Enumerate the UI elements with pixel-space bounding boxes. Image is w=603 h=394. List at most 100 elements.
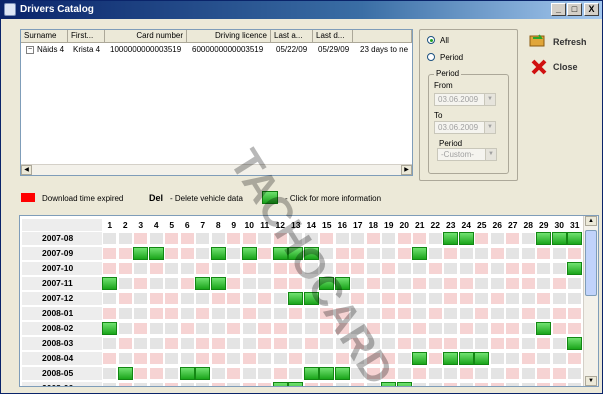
day-cell[interactable] [551, 247, 567, 260]
day-cell[interactable] [505, 322, 520, 335]
day-cell[interactable] [133, 262, 148, 275]
day-cell[interactable] [226, 232, 241, 245]
day-cell[interactable] [443, 262, 458, 275]
day-cell[interactable] [365, 262, 381, 275]
day-cell-data[interactable] [133, 247, 148, 260]
day-cell[interactable] [474, 337, 489, 350]
day-cell[interactable] [489, 232, 505, 245]
title-bar[interactable]: Drivers Catalog _ □ X [1, 1, 602, 19]
day-cell[interactable] [334, 292, 350, 305]
day-cell[interactable] [133, 337, 148, 350]
day-cell[interactable] [241, 292, 257, 305]
day-cell[interactable] [427, 322, 443, 335]
col-last-a[interactable]: Last a... [271, 30, 313, 43]
day-cell[interactable] [257, 322, 272, 335]
day-cell[interactable] [443, 367, 458, 380]
day-cell[interactable] [489, 307, 505, 320]
day-cell[interactable] [257, 337, 272, 350]
day-cell-data[interactable] [567, 232, 582, 245]
day-cell[interactable] [179, 307, 195, 320]
day-cell[interactable] [241, 322, 257, 335]
day-cell-data[interactable] [319, 367, 334, 380]
day-cell[interactable] [210, 322, 226, 335]
day-cell[interactable] [443, 307, 458, 320]
day-cell[interactable] [179, 322, 195, 335]
day-cell[interactable] [396, 232, 412, 245]
day-cell[interactable] [474, 292, 489, 305]
day-cell-data[interactable] [319, 277, 334, 290]
day-cell[interactable] [474, 262, 489, 275]
day-cell[interactable] [520, 307, 536, 320]
day-cell[interactable] [381, 292, 396, 305]
day-cell[interactable] [474, 247, 489, 260]
day-cell[interactable] [505, 262, 520, 275]
day-cell[interactable] [195, 292, 210, 305]
day-cell[interactable] [474, 382, 489, 386]
day-cell[interactable] [195, 337, 210, 350]
day-cell[interactable] [164, 292, 179, 305]
day-cell[interactable] [148, 382, 164, 386]
day-cell[interactable] [288, 367, 303, 380]
day-cell[interactable] [117, 247, 133, 260]
day-cell[interactable] [133, 367, 148, 380]
day-cell-data[interactable] [272, 247, 288, 260]
col-last-d[interactable]: Last d... [313, 30, 353, 43]
day-cell[interactable] [272, 277, 288, 290]
day-cell[interactable] [148, 232, 164, 245]
day-cell[interactable] [381, 277, 396, 290]
day-cell[interactable] [365, 277, 381, 290]
day-cell[interactable] [272, 307, 288, 320]
day-cell[interactable] [474, 232, 489, 245]
day-cell[interactable] [427, 277, 443, 290]
day-cell[interactable] [412, 382, 427, 386]
day-cell[interactable] [396, 277, 412, 290]
day-cell[interactable] [489, 337, 505, 350]
day-cell[interactable] [148, 292, 164, 305]
day-cell-data[interactable] [396, 382, 412, 386]
day-cell[interactable] [365, 247, 381, 260]
day-cell[interactable] [117, 307, 133, 320]
day-cell[interactable] [117, 277, 133, 290]
day-cell[interactable] [567, 292, 582, 305]
day-cell[interactable] [117, 337, 133, 350]
day-cell[interactable] [195, 382, 210, 386]
day-cell[interactable] [133, 307, 148, 320]
day-cell-data[interactable] [443, 352, 458, 365]
scroll-down-icon[interactable]: ▼ [585, 376, 597, 386]
day-cell[interactable] [381, 262, 396, 275]
day-cell[interactable] [458, 367, 474, 380]
day-cell[interactable] [319, 337, 334, 350]
day-cell[interactable] [536, 247, 551, 260]
day-cell[interactable] [489, 247, 505, 260]
day-cell[interactable] [458, 382, 474, 386]
day-cell[interactable] [319, 262, 334, 275]
day-cell[interactable] [396, 307, 412, 320]
day-cell[interactable] [195, 262, 210, 275]
day-cell-data[interactable] [303, 247, 319, 260]
day-cell[interactable] [505, 307, 520, 320]
day-cell[interactable] [303, 307, 319, 320]
day-cell[interactable] [257, 367, 272, 380]
day-cell-data[interactable] [536, 232, 551, 245]
day-cell[interactable] [133, 322, 148, 335]
day-cell[interactable] [164, 307, 179, 320]
day-cell-data[interactable] [117, 367, 133, 380]
day-cell[interactable] [179, 337, 195, 350]
day-cell[interactable] [257, 292, 272, 305]
day-cell[interactable] [551, 307, 567, 320]
day-cell-data[interactable] [241, 247, 257, 260]
day-cell[interactable] [365, 352, 381, 365]
day-cell[interactable] [567, 322, 582, 335]
day-cell[interactable] [241, 277, 257, 290]
day-cell[interactable] [365, 367, 381, 380]
day-cell[interactable] [551, 337, 567, 350]
day-cell[interactable] [458, 292, 474, 305]
day-cell[interactable] [365, 382, 381, 386]
day-cell-data[interactable] [195, 367, 210, 380]
day-cell[interactable] [210, 262, 226, 275]
day-cell[interactable] [412, 337, 427, 350]
day-cell[interactable] [102, 292, 117, 305]
scroll-thumb[interactable] [585, 230, 597, 296]
day-cell[interactable] [412, 367, 427, 380]
day-cell[interactable] [241, 382, 257, 386]
